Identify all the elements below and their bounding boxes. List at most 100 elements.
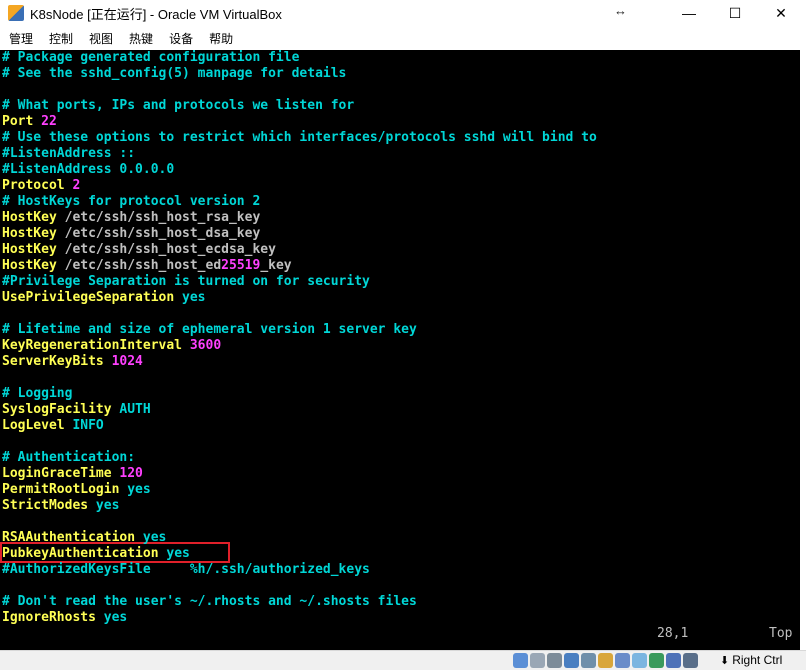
menu-help[interactable]: 帮助 [200,30,240,47]
console-text: HostKey [2,210,65,225]
console-text: PermitRootLogin [2,482,128,497]
console-text: LogLevel [2,418,73,433]
console-text: IgnoreRhosts [2,610,104,625]
console-text: # What ports, IPs and protocols we liste… [2,98,355,113]
console-line: # HostKeys for protocol version 2 [2,194,260,210]
right-gutter [800,50,806,650]
console-line: #ListenAddress :: [2,146,135,162]
mouse-integration-icon[interactable] [666,653,681,668]
console-text: /etc/ssh/ssh_host_ed [64,258,222,273]
console-text: # Use these options to restrict which in… [2,130,597,145]
virtualbox-app-icon [8,5,24,21]
console-line: SyslogFacility AUTH [2,402,151,418]
display-icon[interactable] [615,653,630,668]
network-icon[interactable] [564,653,579,668]
console-line: UsePrivilegeSeparation yes [2,290,206,306]
menu-manage[interactable]: 管理 [0,30,40,47]
console-text: # Package generated configuration file [2,50,300,65]
hard-disk-icon[interactable] [513,653,528,668]
vm-console-screen[interactable]: 28,1 Top # Package generated configurati… [0,50,800,650]
keyboard-capture-icon[interactable] [683,653,698,668]
scroll-position: Top [769,626,793,641]
console-line: # What ports, IPs and protocols we liste… [2,98,354,114]
console-text: /etc/ssh/ssh_host_ecdsa_key [64,242,276,257]
title-bar: K8sNode [正在运行] - Oracle VM VirtualBox ↔ … [0,0,806,26]
console-line: # Don't read the user's ~/.rhosts and ~/… [2,594,417,610]
console-line: #Privilege Separation is turned on for s… [2,274,370,290]
console-line: #AuthorizedKeysFile %h/.ssh/authorized_k… [2,562,370,578]
console-text: RSAAuthentication [2,530,143,545]
optical-drive-icon[interactable] [530,653,545,668]
video-capture-icon[interactable] [632,653,647,668]
usb-icon[interactable] [581,653,596,668]
console-line: ServerKeyBits 1024 [2,354,143,370]
resize-arrows-icon[interactable]: ↔ [614,3,627,18]
maximize-button[interactable]: ☐ [712,0,758,26]
console-line: # Use these options to restrict which in… [2,130,597,146]
console-line: # See the sshd_config(5) manpage for det… [2,66,346,82]
audio-icon[interactable] [547,653,562,668]
console-text: #ListenAddress 0.0.0.0 [2,162,175,177]
down-arrow-icon: ⬇ [720,655,730,667]
host-key-label: Right Ctrl [732,653,783,667]
console-line: # Authentication: [2,450,135,466]
console-text: Protocol [2,178,73,193]
console-text: 1024 [111,354,143,369]
window-title: K8sNode [正在运行] - Oracle VM VirtualBox [30,6,282,22]
console-text: StrictModes [2,498,96,513]
console-text: # See the sshd_config(5) manpage for det… [2,66,347,81]
console-text: #Privilege Separation is turned on for s… [2,274,370,289]
console-text: # HostKeys for protocol version 2 [2,194,261,209]
console-text: Port [2,114,42,129]
shared-folder-icon[interactable] [598,653,613,668]
cpu-icon[interactable] [649,653,664,668]
console-text: UsePrivilegeSeparation [2,290,183,305]
console-text: LoginGraceTime [2,466,120,481]
console-text: 25519 [221,258,261,273]
console-line: HostKey /etc/ssh/ssh_host_ecdsa_key [2,242,276,258]
host-key-indicator[interactable]: ⬇ Right Ctrl [720,653,782,667]
console-line: # Package generated configuration file [2,50,299,66]
console-text: SyslogFacility [2,402,120,417]
console-line: # Lifetime and size of ephemeral version… [2,322,417,338]
console-text: 22 [41,114,57,129]
cursor-position: 28,1 [657,626,689,641]
console-line: # Logging [2,386,72,402]
console-line: HostKey /etc/ssh/ssh_host_dsa_key [2,226,260,242]
console-text: HostKey [2,242,65,257]
console-line: Protocol 2 [2,178,80,194]
console-text: INFO [72,418,104,433]
console-text: yes [127,482,151,497]
console-text: KeyRegenerationInterval [2,338,190,353]
close-button[interactable]: ✕ [758,0,804,26]
console-line: PubkeyAuthentication yes [2,546,190,562]
console-line: IgnoreRhosts yes [2,610,127,626]
menu-hotkeys[interactable]: 热键 [120,30,160,47]
console-line: LogLevel INFO [2,418,104,434]
console-line: StrictModes yes [2,498,119,514]
console-text: PubkeyAuthentication [2,546,167,561]
console-line: Port 22 [2,114,57,130]
minimize-button[interactable]: — [666,0,712,26]
console-text: yes [142,530,167,545]
console-text: 2 [72,178,81,193]
menu-view[interactable]: 视图 [80,30,120,47]
console-line: HostKey /etc/ssh/ssh_host_ed25519_key [2,258,292,274]
console-line: KeyRegenerationInterval 3600 [2,338,221,354]
console-text: #AuthorizedKeysFile %h/.ssh/authorized_k… [2,562,370,577]
console-text: # Don't read the user's ~/.rhosts and ~/… [2,594,417,609]
console-text: # Logging [2,386,73,401]
console-line: #ListenAddress 0.0.0.0 [2,162,174,178]
console-text: yes [103,610,128,625]
menu-devices[interactable]: 设备 [160,30,200,47]
console-text: ServerKeyBits [2,354,112,369]
console-text: #ListenAddress :: [2,146,136,161]
console-line: RSAAuthentication yes [2,530,166,546]
console-line: HostKey /etc/ssh/ssh_host_rsa_key [2,210,260,226]
status-bar: ⬇ Right Ctrl [0,650,806,670]
console-text: HostKey [2,226,65,241]
console-text: # Authentication: [2,450,136,465]
console-line: LoginGraceTime 120 [2,466,143,482]
menu-control[interactable]: 控制 [40,30,80,47]
console-text: yes [182,290,206,305]
